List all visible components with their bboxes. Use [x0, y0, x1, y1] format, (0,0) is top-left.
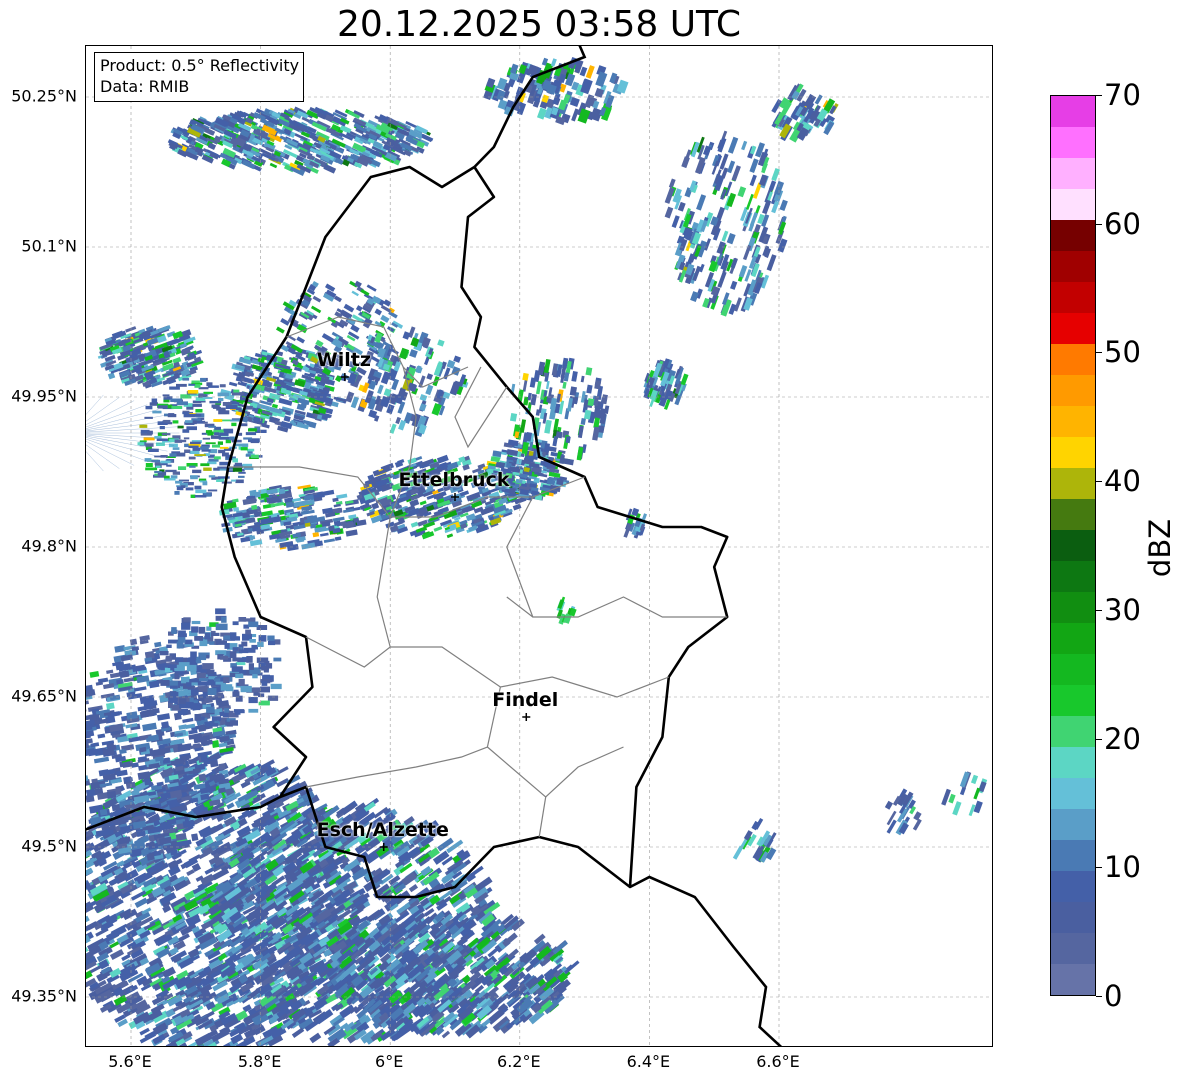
colorbar-segment	[1051, 499, 1095, 530]
colorbar-tick-label: 70	[1104, 78, 1141, 112]
colorbar-tick-mark	[1096, 352, 1102, 354]
colorbar-segment	[1051, 592, 1095, 623]
city-label: Findel	[492, 689, 559, 711]
longitude-tick-label: 6.2°E	[497, 1052, 541, 1071]
colorbar-segment	[1051, 220, 1095, 251]
city-label: Ettelbruck	[398, 469, 510, 491]
colorbar-segment	[1051, 158, 1095, 189]
colorbar-segment	[1051, 251, 1095, 282]
colorbar-tick-label: 20	[1104, 721, 1141, 756]
colorbar-segment	[1051, 933, 1095, 964]
colorbar-segment	[1051, 902, 1095, 933]
city-marker	[522, 713, 531, 721]
colorbar-segment	[1051, 282, 1095, 313]
latitude-tick-label: 50.1°N	[21, 236, 77, 256]
colorbar-segment	[1051, 840, 1095, 871]
latitude-tick-label: 49.65°N	[11, 686, 77, 706]
colorbar-tick-mark	[1096, 481, 1102, 483]
colorbar-tick-mark	[1096, 95, 1102, 96]
colorbar-segment	[1051, 530, 1095, 561]
colorbar-segment	[1051, 406, 1095, 437]
latitude-tick-label: 49.8°N	[21, 536, 77, 556]
colorbar-segment	[1051, 344, 1095, 375]
colorbar-segment	[1051, 96, 1095, 127]
colorbar-segment	[1051, 127, 1095, 158]
colorbar-tick-label: 60	[1104, 206, 1141, 241]
latitude-tick-label: 49.35°N	[11, 986, 77, 1006]
colorbar-tick-label: 0	[1104, 979, 1123, 1013]
colorbar-segment	[1051, 964, 1095, 995]
colorbar-segment	[1051, 561, 1095, 592]
colorbar-segment	[1051, 747, 1095, 778]
colorbar-segment	[1051, 809, 1095, 840]
colorbar-tick-label: 40	[1104, 464, 1141, 499]
colorbar-tick-mark	[1096, 738, 1102, 740]
dbz-colorbar	[1050, 95, 1096, 996]
colorbar-segment	[1051, 685, 1095, 716]
colorbar-segment	[1051, 623, 1095, 654]
city-label: Esch/Alzette	[316, 819, 449, 841]
city-markers	[340, 373, 531, 851]
colorbar-segment	[1051, 716, 1095, 747]
longitude-tick-label: 5.6°E	[108, 1052, 152, 1071]
colorbar-tick-mark	[1096, 609, 1102, 611]
colorbar-segment	[1051, 375, 1095, 406]
reflectivity-layer	[86, 57, 988, 1046]
city-label: Wiltz	[316, 349, 371, 371]
colorbar-label: dBZ	[1143, 518, 1177, 578]
colorbar-segment	[1051, 871, 1095, 902]
colorbar-segment	[1051, 313, 1095, 344]
colorbar-tick-label: 30	[1104, 592, 1141, 627]
colorbar-tick-label: 10	[1104, 850, 1141, 885]
product-info-box: Product: 0.5° Reflectivity Data: RMIB	[94, 52, 305, 102]
colorbar-tick-label: 50	[1104, 335, 1141, 370]
longitude-tick-label: 6°E	[375, 1052, 404, 1071]
colorbar-segment	[1051, 468, 1095, 499]
colorbar-segment	[1051, 654, 1095, 685]
radar-map[interactable]	[85, 45, 993, 1047]
longitude-tick-label: 6.6°E	[756, 1052, 800, 1071]
radar-map-canvas	[86, 46, 992, 1046]
latitude-tick-label: 49.95°N	[11, 386, 77, 406]
longitude-tick-label: 5.8°E	[237, 1052, 282, 1071]
colorbar-segment	[1051, 778, 1095, 809]
product-label: Product: 0.5° Reflectivity	[100, 56, 300, 75]
longitude-tick-label: 6.4°E	[626, 1052, 671, 1071]
colorbar-segment	[1051, 437, 1095, 468]
latitude-tick-label: 50.25°N	[11, 86, 77, 106]
colorbar-tick-mark	[1096, 996, 1102, 997]
map-title: 20.12.2025 03:58 UTC	[336, 4, 742, 45]
colorbar-segment	[1051, 189, 1095, 220]
colorbar-tick-mark	[1096, 867, 1102, 869]
colorbar-tick-mark	[1096, 223, 1102, 225]
latitude-tick-label: 49.5°N	[21, 836, 77, 856]
data-source-label: Data: RMIB	[100, 77, 190, 96]
